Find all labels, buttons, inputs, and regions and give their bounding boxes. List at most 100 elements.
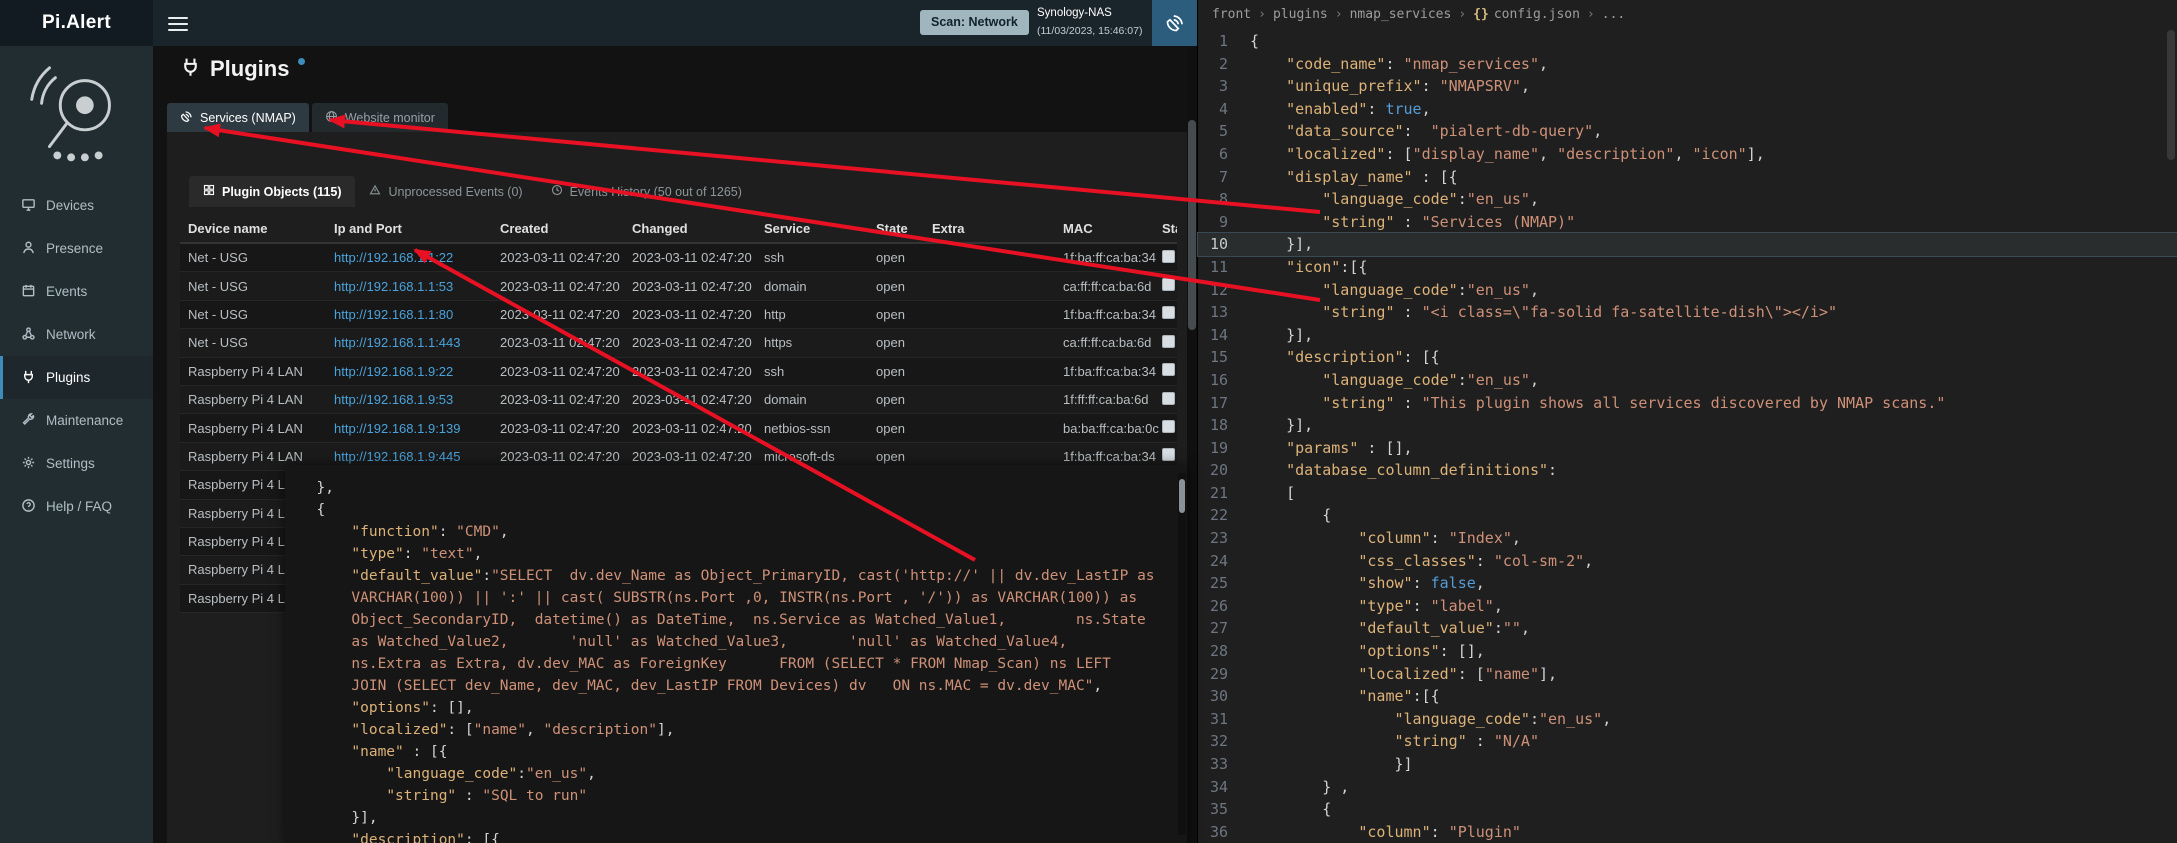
- editor-code-line[interactable]: 16 "language_code":"en_us",: [1198, 369, 2177, 392]
- status-checkbox[interactable]: [1162, 335, 1175, 348]
- overlay-code-line: "language_code":"en_us",: [299, 763, 1173, 785]
- table-row[interactable]: Raspberry Pi 4 LAN http://192.168.1.9:22…: [180, 358, 1177, 386]
- table-row[interactable]: Net - USG http://192.168.1.1:22 2023-03-…: [180, 244, 1177, 272]
- status-checkbox[interactable]: [1162, 363, 1175, 376]
- editor-code-line[interactable]: 2 "code_name": "nmap_services",: [1198, 53, 2177, 76]
- status-checkbox[interactable]: [1162, 420, 1175, 433]
- globe-icon: [325, 110, 338, 126]
- editor-code-line[interactable]: 1{: [1198, 30, 2177, 53]
- table-row[interactable]: Net - USG http://192.168.1.1:53 2023-03-…: [180, 272, 1177, 300]
- sidebar-item-network[interactable]: Network: [0, 313, 153, 356]
- editor-code-area[interactable]: 1{2 "code_name": "nmap_services",3 "uniq…: [1198, 30, 2177, 843]
- port-link[interactable]: http://192.168.1.9:139: [334, 421, 461, 436]
- editor-code-line[interactable]: 24 "css_classes": "col-sm-2",: [1198, 550, 2177, 573]
- wrench-icon: [21, 412, 36, 430]
- editor-code-line[interactable]: 31 "language_code":"en_us",: [1198, 708, 2177, 731]
- tab-website-monitor[interactable]: Website monitor: [312, 103, 448, 133]
- editor-code-line[interactable]: 20 "database_column_definitions":: [1198, 459, 2177, 482]
- breadcrumb-item-more[interactable]: ...: [1602, 7, 1625, 22]
- sidebar-item-events[interactable]: Events: [0, 270, 153, 313]
- editor-code-line[interactable]: 32 "string" : "N/A": [1198, 730, 2177, 753]
- editor-code-line[interactable]: 25 "show": false,: [1198, 572, 2177, 595]
- editor-code-line[interactable]: 22 {: [1198, 504, 2177, 527]
- editor-code-line[interactable]: 23 "column": "Index",: [1198, 527, 2177, 550]
- editor-code-line[interactable]: 34 } ,: [1198, 776, 2177, 799]
- editor-code-line[interactable]: 35 {: [1198, 798, 2177, 821]
- editor-code-line[interactable]: 18 }],: [1198, 414, 2177, 437]
- col-mac[interactable]: MAC: [1055, 221, 1160, 236]
- breadcrumb-item-config-json[interactable]: config.json: [1494, 7, 1580, 22]
- line-number: 26: [1198, 595, 1250, 618]
- port-link[interactable]: http://192.168.1.1:443: [334, 335, 461, 350]
- col-extra[interactable]: Extra: [924, 221, 1055, 236]
- editor-code-line[interactable]: 33 }]: [1198, 753, 2177, 776]
- status-checkbox[interactable]: [1162, 250, 1175, 263]
- editor-scrollbar-thumb[interactable]: [2167, 30, 2175, 160]
- port-link[interactable]: http://192.168.1.9:22: [334, 364, 453, 379]
- editor-code-line[interactable]: 28 "options": [],: [1198, 640, 2177, 663]
- editor-code-line[interactable]: 21 [: [1198, 482, 2177, 505]
- status-checkbox[interactable]: [1162, 448, 1175, 461]
- overlay-scrollbar-thumb[interactable]: [1179, 479, 1185, 513]
- editor-code-line[interactable]: 15 "description": [{: [1198, 346, 2177, 369]
- editor-code-line[interactable]: 27 "default_value":"",: [1198, 617, 2177, 640]
- table-row[interactable]: Raspberry Pi 4 LAN http://192.168.1.9:53…: [180, 386, 1177, 414]
- editor-code-line[interactable]: 17 "string" : "This plugin shows all ser…: [1198, 392, 2177, 415]
- table-row[interactable]: Raspberry Pi 4 LAN http://192.168.1.9:13…: [180, 414, 1177, 442]
- col-status[interactable]: Stat: [1160, 221, 1177, 236]
- editor-code-line[interactable]: 13 "string" : "<i class=\"fa-solid fa-sa…: [1198, 301, 2177, 324]
- col-service[interactable]: Service: [756, 221, 868, 236]
- tab-events-history[interactable]: Events History (50 out of 1265): [537, 176, 756, 207]
- editor-code-line[interactable]: 29 "localized": ["name"],: [1198, 663, 2177, 686]
- status-checkbox[interactable]: [1162, 392, 1175, 405]
- port-link[interactable]: http://192.168.1.9:53: [334, 392, 453, 407]
- menu-toggle-icon[interactable]: [168, 13, 190, 33]
- status-checkbox[interactable]: [1162, 278, 1175, 291]
- col-changed[interactable]: Changed: [624, 221, 756, 236]
- tab-unprocessed-events[interactable]: Unprocessed Events (0): [355, 176, 536, 207]
- sidebar-item-plugins[interactable]: Plugins: [0, 356, 153, 399]
- app-scrollbar-thumb[interactable]: [1188, 120, 1196, 330]
- sidebar-item-maintenance[interactable]: Maintenance: [0, 399, 153, 442]
- service-cell: https: [756, 335, 868, 350]
- editor-code-line[interactable]: 30 "name":[{: [1198, 685, 2177, 708]
- sidebar-item-help[interactable]: Help / FAQ: [0, 485, 153, 528]
- device-name-cell: Net - USG: [180, 307, 326, 322]
- editor-code-line[interactable]: 8 "language_code":"en_us",: [1198, 188, 2177, 211]
- editor-code-line[interactable]: 26 "type": "label",: [1198, 595, 2177, 618]
- editor-code-line[interactable]: 4 "enabled": true,: [1198, 98, 2177, 121]
- editor-code-line[interactable]: 19 "params" : [],: [1198, 437, 2177, 460]
- editor-code-line[interactable]: 14 }],: [1198, 324, 2177, 347]
- state-cell: open: [868, 307, 924, 322]
- port-link[interactable]: http://192.168.1.1:80: [334, 307, 453, 322]
- col-created[interactable]: Created: [492, 221, 624, 236]
- editor-code-line[interactable]: 5 "data_source": "pialert-db-query",: [1198, 120, 2177, 143]
- sidebar-item-devices[interactable]: Devices: [0, 184, 153, 227]
- col-device-name[interactable]: Device name: [180, 221, 326, 236]
- plugin-tabs: Services (NMAP) Website monitor: [167, 103, 448, 133]
- editor-code-line[interactable]: 36 "column": "Plugin": [1198, 821, 2177, 843]
- port-link[interactable]: http://192.168.1.1:22: [334, 250, 453, 265]
- breadcrumb-item-nmap-services[interactable]: nmap_services: [1350, 7, 1452, 22]
- scan-status-badge[interactable]: Scan: Network: [920, 10, 1029, 35]
- table-row[interactable]: Net - USG http://192.168.1.1:443 2023-03…: [180, 329, 1177, 357]
- tab-plugin-objects[interactable]: Plugin Objects (115): [189, 176, 355, 207]
- editor-code-line[interactable]: 3 "unique_prefix": "NMAPSRV",: [1198, 75, 2177, 98]
- breadcrumb-item-plugins[interactable]: plugins: [1273, 7, 1328, 22]
- col-state[interactable]: State: [868, 221, 924, 236]
- editor-code-line[interactable]: 7 "display_name" : [{: [1198, 166, 2177, 189]
- breadcrumb-item-front[interactable]: front: [1212, 7, 1251, 22]
- port-link[interactable]: http://192.168.1.1:53: [334, 279, 453, 294]
- editor-code-line[interactable]: 9 "string" : "Services (NMAP)": [1198, 211, 2177, 234]
- editor-code-line[interactable]: 10 }],: [1198, 233, 2177, 256]
- editor-code-line[interactable]: 12 "language_code":"en_us",: [1198, 279, 2177, 302]
- col-ip-port[interactable]: Ip and Port: [326, 221, 492, 236]
- port-link[interactable]: http://192.168.1.9:445: [334, 449, 461, 464]
- tab-services-nmap[interactable]: Services (NMAP): [167, 103, 309, 133]
- table-row[interactable]: Net - USG http://192.168.1.1:80 2023-03-…: [180, 301, 1177, 329]
- sidebar-item-presence[interactable]: Presence: [0, 227, 153, 270]
- status-checkbox[interactable]: [1162, 306, 1175, 319]
- sidebar-item-settings[interactable]: Settings: [0, 442, 153, 485]
- editor-code-line[interactable]: 6 "localized": ["display_name", "descrip…: [1198, 143, 2177, 166]
- editor-code-line[interactable]: 11 "icon":[{: [1198, 256, 2177, 279]
